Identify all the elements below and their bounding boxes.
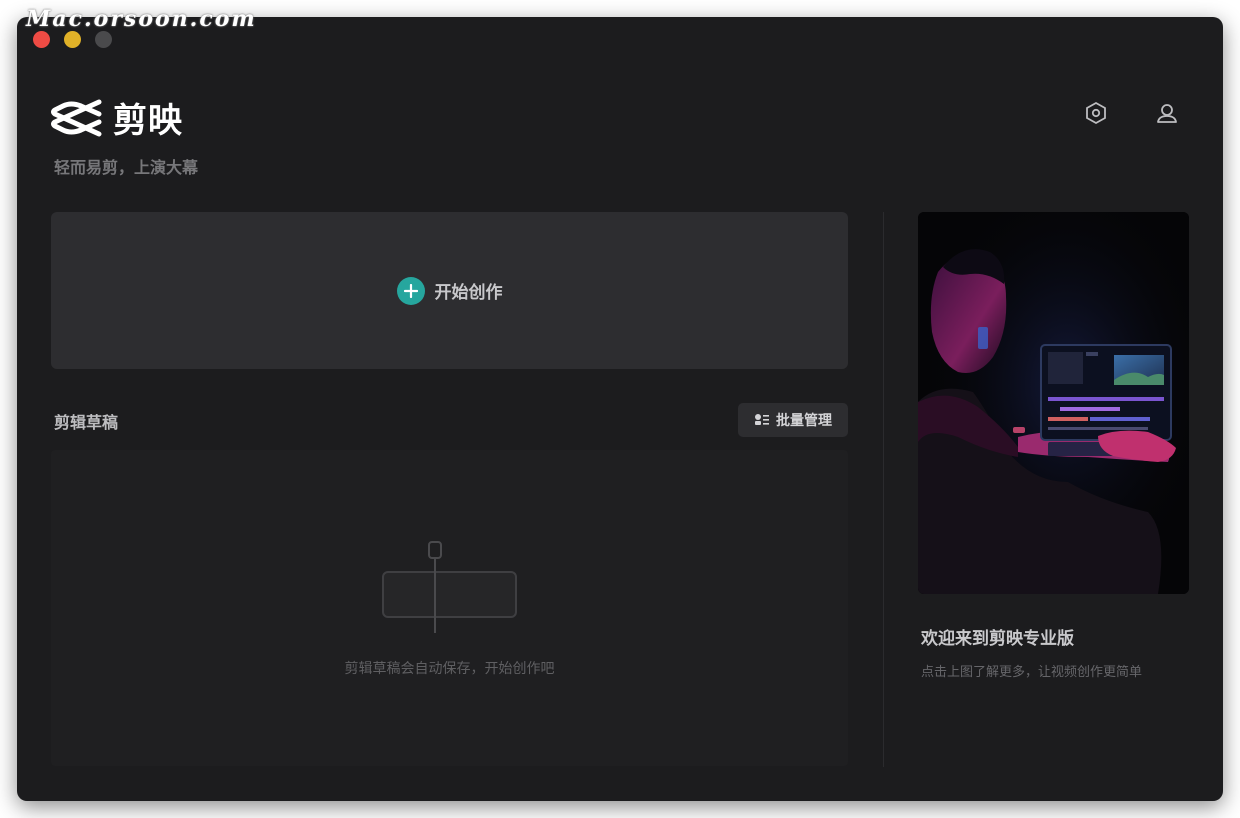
section-divider [883, 212, 884, 767]
batch-manage-label: 批量管理 [776, 413, 832, 429]
promo-image[interactable] [918, 212, 1189, 594]
drafts-empty-area: 剪辑草稿会自动保存，开始创作吧 [51, 450, 848, 766]
start-creation-button[interactable]: 开始创作 [51, 212, 848, 369]
window-minimize-button[interactable] [64, 31, 81, 48]
promo-subtitle: 点击上图了解更多，让视频创作更简单 [921, 665, 1143, 680]
app-logo: 剪映 [51, 93, 183, 142]
settings-hexagon-icon [1086, 101, 1106, 125]
app-window: 剪映 轻而易剪，上演大幕 开始创作 剪辑草稿 批量管理 剪辑草稿会自动保存，开始… [17, 17, 1223, 801]
batch-manage-button[interactable]: 批量管理 [738, 403, 848, 437]
account-button[interactable] [1153, 99, 1181, 127]
plus-icon [396, 276, 425, 305]
window-controls [33, 31, 112, 48]
app-name: 剪映 [113, 101, 183, 141]
app-tagline: 轻而易剪，上演大幕 [54, 158, 199, 177]
promo-title: 欢迎来到剪映专业版 [921, 629, 1074, 649]
watermark-text: Mac.orsoon.com [26, 6, 257, 32]
capcut-logo-icon [51, 99, 102, 136]
settings-button[interactable] [1082, 99, 1110, 127]
start-creation-label: 开始创作 [434, 283, 503, 303]
empty-timeline-icon [382, 541, 517, 633]
window-close-button[interactable] [33, 31, 50, 48]
window-maximize-button[interactable] [95, 31, 112, 48]
drafts-section-title: 剪辑草稿 [54, 413, 119, 432]
batch-manage-icon [755, 414, 769, 425]
account-user-icon [1157, 104, 1177, 123]
promo-illustration [918, 212, 1189, 594]
drafts-empty-text: 剪辑草稿会自动保存，开始创作吧 [344, 661, 555, 677]
